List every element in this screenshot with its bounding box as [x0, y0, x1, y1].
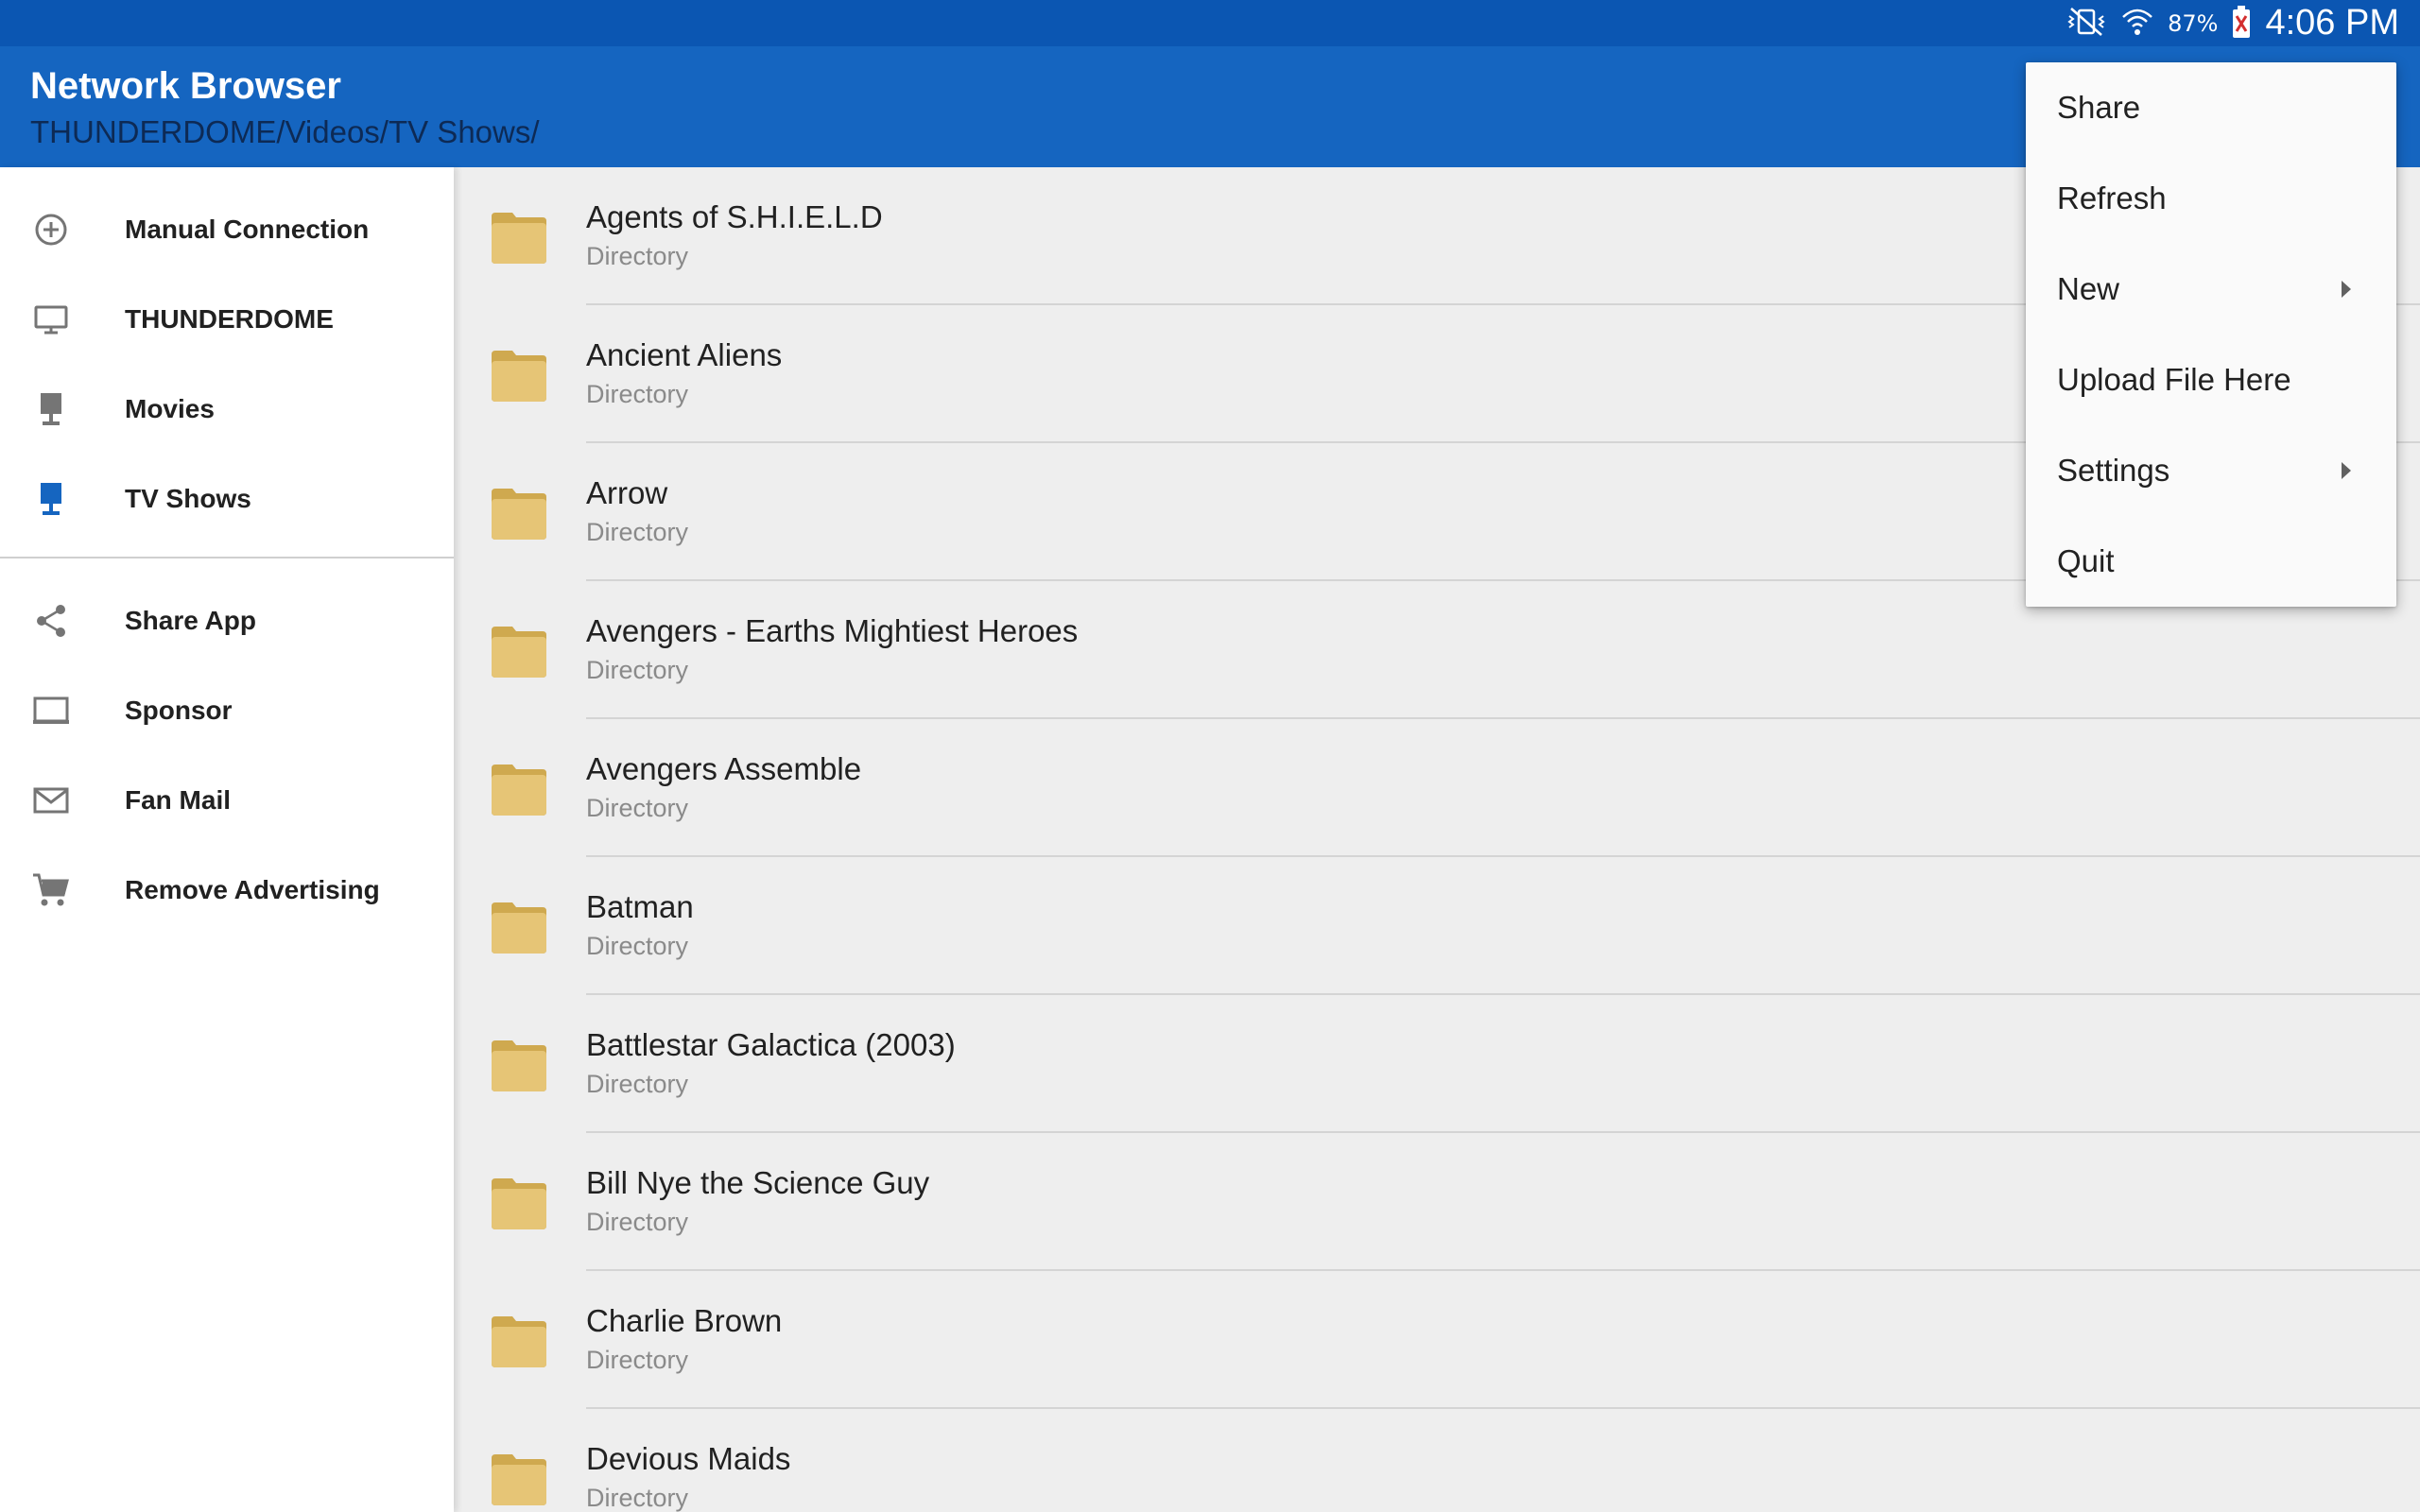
folder-icon [490, 483, 548, 541]
battery-icon [2231, 5, 2252, 43]
share-folder-icon [30, 388, 72, 430]
folder-icon [490, 621, 548, 679]
navigation-drawer: Manual Connection THUNDERDOME Movies TV … [0, 167, 454, 1512]
submenu-arrow-icon [2342, 462, 2351, 479]
drawer-item-movies[interactable]: Movies [0, 364, 454, 454]
drawer-item-label: Share App [125, 605, 256, 635]
item-type: Directory [586, 242, 689, 270]
share-icon [30, 600, 72, 642]
item-name: Arrow [586, 475, 668, 510]
drawer-item-thunderdome[interactable]: THUNDERDOME [0, 274, 454, 364]
cart-icon [30, 869, 72, 911]
drawer-item-fan-mail[interactable]: Fan Mail [0, 755, 454, 845]
status-bar: 87% 4:06 PM [0, 0, 2420, 46]
menu-item-label: Share [2057, 90, 2141, 125]
item-type: Directory [586, 380, 689, 408]
drawer-item-share-app[interactable]: Share App [0, 576, 454, 665]
drawer-item-label: Sponsor [125, 695, 233, 725]
list-item[interactable]: Avengers Assemble Directory [454, 719, 2420, 857]
folder-icon [490, 207, 548, 266]
menu-item-quit[interactable]: Quit [2026, 516, 2396, 607]
drawer-item-remove-advertising[interactable]: Remove Advertising [0, 845, 454, 935]
menu-item-settings[interactable]: Settings [2026, 425, 2396, 516]
item-name: Bill Nye the Science Guy [586, 1165, 930, 1200]
item-type: Directory [586, 1208, 689, 1236]
menu-item-label: Refresh [2057, 180, 2167, 215]
item-type: Directory [586, 656, 689, 684]
list-item[interactable]: Devious Maids Directory [454, 1409, 2420, 1512]
add-circle-icon [30, 209, 72, 250]
drawer-item-label: Fan Mail [125, 784, 232, 815]
item-type: Directory [586, 932, 689, 960]
wifi-icon [2120, 6, 2154, 42]
folder-icon [490, 1173, 548, 1231]
item-name: Charlie Brown [586, 1303, 783, 1338]
current-path: THUNDERDOME/Videos/TV Shows/ [30, 114, 540, 149]
drawer-item-label: Remove Advertising [125, 874, 380, 904]
drawer-item-label: THUNDERDOME [125, 303, 334, 334]
item-name: Battlestar Galactica (2003) [586, 1027, 956, 1062]
submenu-arrow-icon [2342, 281, 2351, 298]
item-name: Avengers Assemble [586, 751, 862, 786]
menu-item-upload-file-here[interactable]: Upload File Here [2026, 335, 2396, 425]
menu-item-label: New [2057, 271, 2120, 306]
drawer-item-tv-shows[interactable]: TV Shows [0, 454, 454, 543]
menu-item-label: Upload File Here [2057, 362, 2291, 397]
item-name: Avengers - Earths Mightiest Heroes [586, 613, 1079, 648]
drawer-item-sponsor[interactable]: Sponsor [0, 665, 454, 755]
item-name: Devious Maids [586, 1441, 791, 1476]
folder-icon [490, 897, 548, 955]
overflow-menu: Share Refresh New Upload File Here Setti… [2026, 62, 2396, 607]
vibrate-mute-icon [2066, 7, 2107, 41]
folder-icon [490, 345, 548, 404]
item-name: Ancient Aliens [586, 337, 783, 372]
folder-icon [490, 759, 548, 817]
menu-item-refresh[interactable]: Refresh [2026, 153, 2396, 244]
drawer-item-label: TV Shows [125, 483, 251, 513]
folder-icon [490, 1311, 548, 1369]
menu-item-label: Quit [2057, 543, 2115, 578]
list-item[interactable]: Charlie Brown Directory [454, 1271, 2420, 1409]
battery-percent: 87% [2168, 9, 2219, 37]
folder-icon [490, 1035, 548, 1093]
list-item[interactable]: Batman Directory [454, 857, 2420, 995]
app-title: Network Browser [30, 65, 341, 107]
item-name: Agents of S.H.I.E.L.D [586, 199, 883, 234]
mail-icon [30, 780, 72, 821]
item-type: Directory [586, 518, 689, 546]
folder-icon [490, 1449, 548, 1507]
laptop-icon [30, 690, 72, 731]
list-item[interactable]: Bill Nye the Science Guy Directory [454, 1133, 2420, 1271]
item-name: Batman [586, 889, 694, 924]
item-type: Directory [586, 1346, 689, 1374]
drawer-divider [0, 557, 454, 558]
monitor-icon [30, 299, 72, 340]
menu-item-new[interactable]: New [2026, 244, 2396, 335]
status-time: 4:06 PM [2265, 3, 2399, 43]
status-icons: 87% 4:06 PM [2066, 0, 2399, 46]
item-type: Directory [586, 794, 689, 822]
menu-item-share[interactable]: Share [2026, 62, 2396, 153]
drawer-item-label: Manual Connection [125, 214, 370, 244]
list-item[interactable]: Battlestar Galactica (2003) Directory [454, 995, 2420, 1133]
item-type: Directory [586, 1484, 689, 1512]
share-folder-icon [30, 478, 72, 520]
menu-item-label: Settings [2057, 453, 2170, 488]
drawer-item-label: Movies [125, 393, 215, 423]
item-type: Directory [586, 1070, 689, 1098]
drawer-item-manual-connection[interactable]: Manual Connection [0, 184, 454, 274]
